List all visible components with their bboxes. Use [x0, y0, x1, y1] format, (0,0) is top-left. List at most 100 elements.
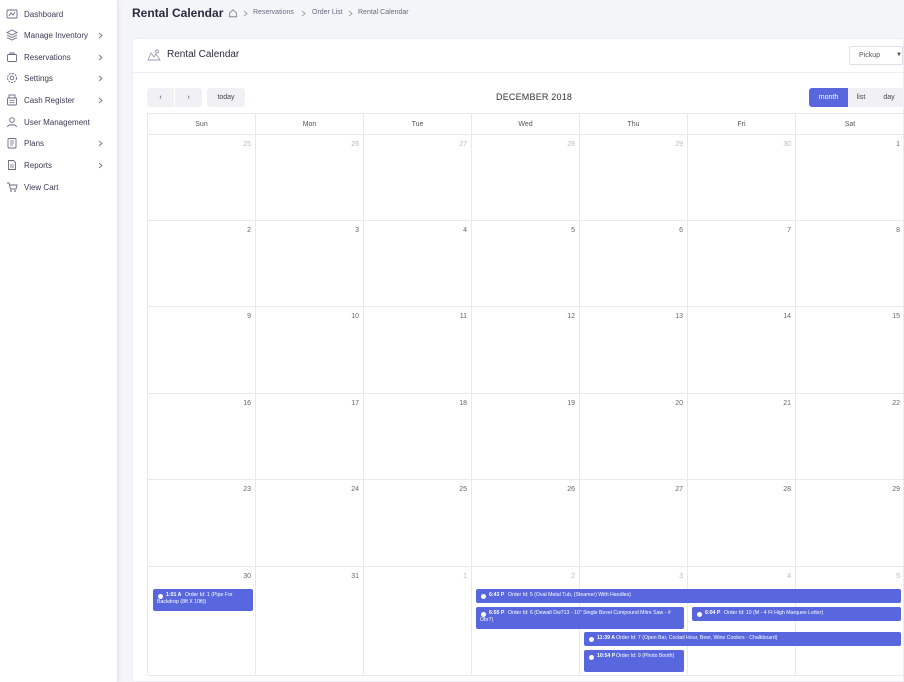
calendar-event[interactable]: 6:43 P Order Id: 5 (Oval Metal Tub, (Stea…: [476, 589, 901, 603]
view-month-button[interactable]: month: [809, 88, 848, 107]
sidebar-item-user-management[interactable]: User Management: [0, 112, 118, 132]
day-number[interactable]: 1: [463, 573, 467, 580]
day-cell[interactable]: 15: [796, 307, 904, 394]
day-number[interactable]: 6: [679, 227, 683, 234]
day-number[interactable]: 2: [571, 573, 575, 580]
day-number[interactable]: 23: [243, 486, 251, 493]
day-cell[interactable]: 29: [580, 135, 688, 221]
sidebar-item-manage-inventory[interactable]: Manage Inventory: [0, 25, 118, 45]
day-number[interactable]: 19: [567, 400, 575, 407]
day-number[interactable]: 1: [896, 141, 900, 148]
day-cell[interactable]: 27: [580, 480, 688, 567]
day-cell[interactable]: 3: [256, 221, 364, 307]
day-cell[interactable]: 26: [256, 135, 364, 221]
day-number[interactable]: 8: [896, 227, 900, 234]
day-number[interactable]: 26: [567, 486, 575, 493]
day-cell[interactable]: 7: [688, 221, 796, 307]
day-number[interactable]: 3: [355, 227, 359, 234]
day-cell[interactable]: 14: [688, 307, 796, 394]
calendar-event[interactable]: 10:54 P Order Id: 9 (Photo Booth): [584, 650, 684, 672]
day-cell[interactable]: 21: [688, 394, 796, 480]
sidebar-item-view-cart[interactable]: View Cart: [0, 177, 118, 197]
day-cell[interactable]: 1: [364, 567, 472, 676]
day-number[interactable]: 29: [675, 141, 683, 148]
day-number[interactable]: 9: [247, 313, 251, 320]
day-cell[interactable]: 20: [580, 394, 688, 480]
calendar-event[interactable]: 6:04 P Order Id: 10 (M - 4 Ft High Marque…: [692, 607, 901, 621]
day-number[interactable]: 2: [247, 227, 251, 234]
view-list-button[interactable]: list: [848, 88, 874, 107]
day-cell[interactable]: 30: [688, 135, 796, 221]
day-number[interactable]: 5: [896, 573, 900, 580]
day-number[interactable]: 5: [571, 227, 575, 234]
day-number[interactable]: 25: [459, 486, 467, 493]
pickup-filter-select[interactable]: Pickup ▼: [849, 46, 903, 65]
day-cell[interactable]: 11: [364, 307, 472, 394]
day-number[interactable]: 10: [351, 313, 359, 320]
day-cell[interactable]: 12: [472, 307, 580, 394]
day-number[interactable]: 28: [567, 141, 575, 148]
day-number[interactable]: 31: [351, 573, 359, 580]
day-number[interactable]: 3: [679, 573, 683, 580]
today-button[interactable]: today: [207, 88, 245, 107]
day-cell[interactable]: 25: [364, 480, 472, 567]
day-number[interactable]: 15: [892, 313, 900, 320]
day-cell[interactable]: 18: [364, 394, 472, 480]
day-number[interactable]: 4: [787, 573, 791, 580]
day-cell[interactable]: 27: [364, 135, 472, 221]
sidebar-item-settings[interactable]: Settings: [0, 68, 118, 88]
day-number[interactable]: 27: [675, 486, 683, 493]
day-number[interactable]: 30: [243, 573, 251, 580]
day-number[interactable]: 7: [787, 227, 791, 234]
day-cell[interactable]: 22: [796, 394, 904, 480]
calendar-event[interactable]: 11:39 A Order Id: 7 (Open Bar, Coctail Ho…: [584, 632, 901, 646]
day-number[interactable]: 18: [459, 400, 467, 407]
sidebar-item-cash-register[interactable]: Cash Register: [0, 90, 118, 110]
day-number[interactable]: 27: [459, 141, 467, 148]
next-month-button[interactable]: ›: [175, 88, 202, 107]
day-number[interactable]: 17: [351, 400, 359, 407]
day-cell[interactable]: 26: [472, 480, 580, 567]
day-number[interactable]: 29: [892, 486, 900, 493]
day-number[interactable]: 16: [243, 400, 251, 407]
day-cell[interactable]: 2: [148, 221, 256, 307]
day-cell[interactable]: 9: [148, 307, 256, 394]
day-number[interactable]: 11: [460, 313, 467, 320]
sidebar-item-plans[interactable]: Plans: [0, 133, 118, 153]
day-number[interactable]: 28: [783, 486, 791, 493]
day-number[interactable]: 24: [351, 486, 359, 493]
calendar-event[interactable]: 6:55 P Order Id: 6 (Dewalt Dw713 - 10" Si…: [476, 607, 684, 629]
day-number[interactable]: 26: [351, 141, 359, 148]
sidebar-item-reports[interactable]: Reports: [0, 155, 118, 175]
day-cell[interactable]: 17: [256, 394, 364, 480]
day-number[interactable]: 25: [243, 141, 251, 148]
calendar-event[interactable]: 1:01 A Order Id: 1 (Pipe For Backdrop (8f…: [153, 589, 253, 611]
day-cell[interactable]: 5: [796, 567, 904, 676]
day-number[interactable]: 14: [783, 313, 791, 320]
day-cell[interactable]: 23: [148, 480, 256, 567]
day-cell[interactable]: 29: [796, 480, 904, 567]
day-cell[interactable]: 25: [148, 135, 256, 221]
breadcrumb-rental-calendar[interactable]: Rental Calendar: [358, 9, 409, 16]
day-cell[interactable]: 24: [256, 480, 364, 567]
prev-month-button[interactable]: ‹: [147, 88, 174, 107]
day-cell[interactable]: 1: [796, 135, 904, 221]
day-cell[interactable]: 28: [688, 480, 796, 567]
day-cell[interactable]: 28: [472, 135, 580, 221]
day-cell[interactable]: 10: [256, 307, 364, 394]
day-cell[interactable]: 19: [472, 394, 580, 480]
day-number[interactable]: 4: [463, 227, 467, 234]
day-cell[interactable]: 4: [364, 221, 472, 307]
day-number[interactable]: 30: [783, 141, 791, 148]
home-icon[interactable]: [228, 8, 238, 18]
day-cell[interactable]: 16: [148, 394, 256, 480]
day-cell[interactable]: 13: [580, 307, 688, 394]
day-cell[interactable]: 31: [256, 567, 364, 676]
day-cell[interactable]: 4: [688, 567, 796, 676]
day-number[interactable]: 21: [783, 400, 791, 407]
day-cell[interactable]: 8: [796, 221, 904, 307]
sidebar-item-reservations[interactable]: Reservations: [0, 47, 118, 67]
day-number[interactable]: 13: [675, 313, 683, 320]
day-number[interactable]: 20: [675, 400, 683, 407]
breadcrumb-reservations[interactable]: Reservations: [253, 9, 294, 16]
